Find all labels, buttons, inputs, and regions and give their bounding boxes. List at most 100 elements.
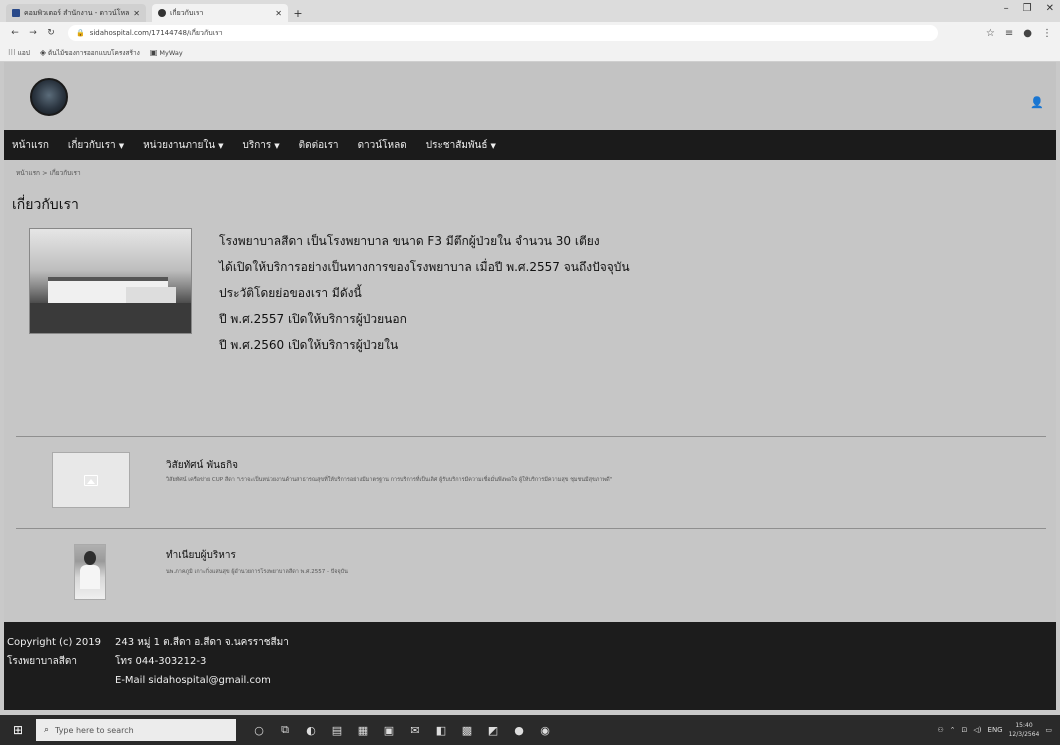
- section-text-vision: วิสัยทัศน์ เครือข่าย CUP สีดา "เราจะเป็น…: [166, 477, 613, 483]
- about-line: ได้เปิดให้บริการอย่างเป็นทางการของโรงพยา…: [219, 260, 630, 274]
- people-icon[interactable]: ⚇: [937, 726, 943, 734]
- about-line: ปี พ.ศ.2557 เปิดให้บริการผู้ป่วยนอก: [219, 312, 407, 326]
- url-field[interactable]: 🔒 sidahospital.com/17144748/เกี่ยวกับเรา: [68, 25, 938, 41]
- volume-icon[interactable]: ◁): [973, 726, 981, 734]
- lock-icon: 🔒: [76, 29, 85, 37]
- copyright-line: Copyright (c) 2019: [7, 637, 101, 648]
- nav-label: หน้าแรก: [12, 139, 49, 151]
- bookmark-item[interactable]: ◈ ต้นไม้ของการออกแบบโครงสร้าง: [40, 48, 140, 58]
- footer-phone: โทร 044-303212-3: [115, 656, 207, 667]
- nav-label: เกี่ยวกับเรา: [67, 139, 116, 151]
- bookmarks-bar: ⁝⁝⁝ แอป ◈ ต้นไม้ของการออกแบบโครงสร้าง ▣ MyW…: [0, 44, 1060, 62]
- breadcrumb: หน้าแรก > เกี่ยวกับเรา: [16, 168, 81, 178]
- tab-close-icon[interactable]: ✕: [275, 9, 282, 18]
- tab-title: คอมพิวเตอร์ สำนักงาน - ดาวน์โหลด: [24, 8, 130, 17]
- divider: [16, 436, 1046, 437]
- vision-thumbnail[interactable]: [52, 452, 130, 508]
- caret-down-icon: ▼: [490, 141, 496, 150]
- maximize-button[interactable]: ❐: [1023, 3, 1032, 14]
- browser-tab-2[interactable]: เกี่ยวกับเรา ✕: [152, 4, 288, 22]
- windows-taskbar: ⊞ ⌕ Type here to search ○ ⧉ ◐ ▤ ▦ ▣ ✉ ◧ …: [0, 715, 1060, 745]
- back-arrow-icon[interactable]: ←: [8, 28, 22, 38]
- about-text: โรงพยาบาลสีดา เป็นโรงพยาบาล ขนาด F3 มีตึ…: [219, 228, 979, 358]
- director-portrait[interactable]: [74, 544, 106, 600]
- nav-news[interactable]: ประชาสัมพันธ์ ▼: [426, 138, 496, 153]
- notifications-icon[interactable]: ▭: [1045, 726, 1052, 734]
- nav-label: หน่วยงานภายใน: [143, 139, 216, 151]
- section-title-executives[interactable]: ทำเนียบผู้บริหาร: [166, 548, 236, 563]
- menu-list-icon[interactable]: ≡: [1005, 28, 1013, 39]
- tab-title: เกี่ยวกับเรา: [170, 8, 204, 17]
- about-line: ประวัติโดยย่อของเรา มีดังนี้: [219, 286, 362, 300]
- profile-icon[interactable]: ●: [1023, 28, 1032, 39]
- bookmark-label: แอป: [17, 48, 30, 57]
- nav-label: ติดต่อเรา: [298, 139, 339, 151]
- caret-down-icon: ▼: [274, 141, 280, 150]
- footer-contact: 243 หมู่ 1 ต.สีดา อ.สีดา จ.นครราชสีมา โท…: [115, 633, 289, 690]
- clock[interactable]: 15:40 12/3/2564: [1009, 721, 1040, 739]
- about-line: ปี พ.ศ.2560 เปิดให้บริการผู้ป่วยใน: [219, 338, 399, 352]
- hospital-building-photo: [29, 228, 192, 334]
- reload-icon[interactable]: ↻: [44, 28, 58, 38]
- tab-close-icon[interactable]: ✕: [133, 9, 140, 18]
- chevron-up-icon[interactable]: ⌃: [950, 726, 956, 734]
- nav-download[interactable]: ดาวน์โหลด: [358, 138, 407, 153]
- bookmark-myway[interactable]: ▣ MyWay: [150, 48, 183, 57]
- page-title: เกี่ยวกับเรา: [12, 197, 79, 213]
- bookmark-label: MyWay: [159, 49, 183, 57]
- site-header: 👤: [4, 62, 1056, 130]
- bookmark-page-icon: ◈: [39, 47, 47, 57]
- image-placeholder-icon: [84, 474, 98, 486]
- app-icon[interactable]: ●: [512, 723, 526, 737]
- windows-start-icon[interactable]: ⊞: [0, 715, 36, 745]
- footer-copyright: Copyright (c) 2019 โรงพยาบาลสีดา: [7, 633, 101, 671]
- taskbar-search-box[interactable]: ⌕ Type here to search: [36, 719, 236, 741]
- user-icon[interactable]: 👤: [1030, 96, 1044, 109]
- store-icon[interactable]: ▦: [356, 723, 370, 737]
- chrome-icon[interactable]: ◉: [538, 723, 552, 737]
- minimize-button[interactable]: –: [1004, 3, 1009, 14]
- nav-contact[interactable]: ติดต่อเรา: [299, 138, 339, 153]
- footer-address: 243 หมู่ 1 ต.สีดา อ.สีดา จ.นครราชสีมา: [115, 637, 289, 648]
- breadcrumb-separator: >: [42, 169, 48, 177]
- new-tab-button[interactable]: +: [290, 4, 306, 22]
- browser-tab-1[interactable]: คอมพิวเตอร์ สำนักงาน - ดาวน์โหลด ✕: [6, 4, 146, 22]
- myway-icon: ▣: [149, 48, 158, 57]
- bookmark-apps[interactable]: ⁝⁝⁝ แอป: [8, 48, 30, 58]
- hospital-logo[interactable]: [30, 78, 68, 116]
- nav-departments[interactable]: หน่วยงานภายใน ▼: [143, 138, 223, 153]
- system-tray: ⚇ ⌃ ⊡ ◁) ENG 15:40 12/3/2564 ▭: [937, 721, 1060, 739]
- nav-services[interactable]: บริการ ▼: [243, 138, 280, 153]
- divider: [16, 528, 1046, 529]
- language-indicator[interactable]: ENG: [988, 726, 1003, 734]
- nav-home[interactable]: หน้าแรก: [12, 138, 49, 153]
- tab-favicon-icon: [12, 9, 20, 17]
- search-placeholder: Type here to search: [55, 725, 134, 735]
- photos-icon[interactable]: ▩: [460, 723, 474, 737]
- portrait-body: [80, 565, 100, 589]
- close-window-button[interactable]: ✕: [1046, 3, 1054, 14]
- app-icon[interactable]: ◧: [434, 723, 448, 737]
- nav-about[interactable]: เกี่ยวกับเรา ▼: [68, 138, 124, 153]
- app-icon[interactable]: ▣: [382, 723, 396, 737]
- clock-time: 15:40: [1015, 722, 1033, 729]
- apps-grid-icon: ⁝⁝⁝: [8, 47, 16, 57]
- nav-label: ประชาสัมพันธ์: [425, 139, 488, 151]
- footer-email[interactable]: E-Mail sidahospital@gmail.com: [115, 671, 289, 690]
- breadcrumb-current: เกี่ยวกับเรา: [49, 169, 81, 177]
- task-view-icon[interactable]: ⧉: [278, 723, 292, 737]
- forward-arrow-icon[interactable]: →: [26, 28, 40, 38]
- tab-favicon-icon: [158, 9, 166, 17]
- mail-icon[interactable]: ✉: [408, 723, 422, 737]
- more-vert-icon[interactable]: ⋮: [1042, 28, 1052, 39]
- edge-icon[interactable]: ◐: [304, 723, 318, 737]
- app-icon[interactable]: ◩: [486, 723, 500, 737]
- network-icon[interactable]: ⊡: [962, 726, 968, 734]
- search-icon: ⌕: [44, 725, 50, 735]
- cortana-icon[interactable]: ○: [252, 723, 266, 737]
- file-explorer-icon[interactable]: ▤: [330, 723, 344, 737]
- section-title-vision[interactable]: วิสัยทัศน์ พันธกิจ: [166, 458, 238, 473]
- star-icon[interactable]: ☆: [986, 28, 995, 39]
- breadcrumb-home[interactable]: หน้าแรก: [16, 169, 40, 177]
- bookmark-label: ต้นไม้ของการออกแบบโครงสร้าง: [48, 48, 140, 57]
